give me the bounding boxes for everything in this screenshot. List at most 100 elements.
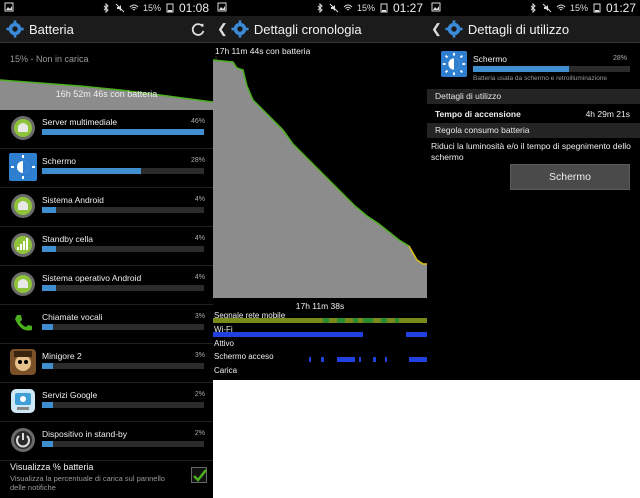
screen-settings-button[interactable]: Schermo [510, 164, 630, 190]
app-usage-bar-fill [42, 246, 57, 252]
show-percent-checkbox[interactable] [191, 467, 207, 483]
refresh-icon[interactable] [189, 20, 207, 38]
usage-app-name: Schermo [473, 54, 508, 64]
cell-standby-icon [11, 233, 35, 257]
regulate-hint: Riduci la luminosità e/o il tempo di spe… [431, 141, 631, 162]
image-notification-icon [431, 2, 441, 12]
app-usage-name: Minigore 2 [42, 351, 82, 361]
wifi-strip [213, 332, 427, 337]
app-usage-name: Server multimediale [42, 117, 118, 127]
section-regulate-consumption: Regola consumo batteria [427, 123, 640, 138]
settings-gear-icon [6, 20, 24, 38]
mute-icon [329, 3, 339, 13]
usage-app-percent: 28% [612, 55, 627, 62]
image-notification-icon [4, 2, 14, 12]
app-usage-bar [42, 285, 204, 291]
battery-percent: 15% [356, 3, 375, 13]
app-usage-bar-fill [42, 324, 54, 330]
charging-label: Carica [214, 366, 238, 375]
history-screen: 15% 01:27 ❮ Dettagli cronologia 17h 11m … [213, 0, 427, 380]
battery-percent: 15% [569, 3, 588, 13]
settings-gear-icon [445, 20, 463, 38]
media-server-icon [11, 116, 35, 140]
screen-brightness-icon [441, 51, 467, 77]
app-usage-bar-fill [42, 363, 54, 369]
app-usage-percent: 2% [194, 430, 205, 437]
android-system-icon [11, 194, 35, 218]
settings-gear-icon [231, 20, 249, 38]
app-usage-name: Dispositivo in stand-by [42, 429, 128, 439]
battery-mini-graph[interactable] [0, 66, 213, 110]
screen-on-strip [309, 357, 427, 362]
battery-percent: 15% [142, 3, 161, 13]
history-duration: 17h 11m 44s con batteria [215, 46, 311, 56]
app-usage-row[interactable]: Minigore 2 3% [0, 344, 213, 383]
back-chevron-icon[interactable]: ❮ [431, 21, 442, 37]
page-title: Dettagli di utilizzo [467, 21, 570, 37]
show-percent-subtitle: Visualizza la percentuale di carica sul … [10, 474, 165, 492]
app-usage-bar-fill [42, 441, 54, 447]
page-title: Dettagli cronologia [253, 21, 362, 37]
wifi-icon [556, 4, 566, 11]
app-usage-name: Chiamate vocali [42, 312, 103, 322]
battery-icon [166, 3, 174, 13]
app-usage-percent: 46% [190, 118, 205, 125]
action-bar: Batteria [0, 16, 213, 43]
app-usage-bar [42, 246, 204, 252]
screen-brightness-icon [9, 153, 37, 181]
app-usage-bar [42, 207, 204, 213]
app-usage-percent: 28% [190, 157, 205, 164]
app-usage-row[interactable]: Server multimediale 46% [0, 110, 213, 149]
app-usage-row[interactable]: Chiamate vocali 3% [0, 305, 213, 344]
phone-call-icon [15, 315, 32, 331]
usage-app-description: Batteria usata da schermo e retroillumin… [473, 75, 608, 82]
device-standby-icon [11, 428, 35, 452]
app-usage-bar [42, 324, 204, 330]
app-usage-name: Standby cella [42, 234, 94, 244]
app-usage-name: Sistema Android [42, 195, 104, 205]
on-time-value: 4h 29m 21s [585, 109, 630, 119]
app-usage-name: Sistema operativo Android [42, 273, 142, 283]
app-usage-bar-fill [42, 402, 54, 408]
status-bar: 15% 01:27 [427, 0, 640, 16]
app-usage-name: Schermo [42, 156, 77, 166]
usage-details-screen: 15% 01:27 ❮ Dettagli di utilizzo Schermo… [427, 0, 640, 380]
app-usage-bar-fill [42, 285, 57, 291]
mute-icon [115, 3, 125, 13]
clock: 01:27 [392, 1, 423, 15]
app-usage-percent: 4% [194, 235, 205, 242]
app-usage-bar [42, 168, 204, 174]
action-bar[interactable]: ❮ Dettagli di utilizzo [427, 16, 640, 43]
action-bar[interactable]: ❮ Dettagli cronologia [213, 16, 427, 43]
app-usage-percent: 2% [194, 391, 205, 398]
app-usage-percent: 4% [194, 274, 205, 281]
app-usage-bar [42, 363, 204, 369]
awake-label: Attivo [214, 339, 235, 348]
history-time-label: 17h 11m 38s [295, 301, 345, 311]
charge-status: 15% - Non in carica [10, 54, 89, 64]
checkmark-icon [193, 469, 207, 482]
app-usage-row[interactable]: Sistema operativo Android 4% [0, 266, 213, 305]
app-usage-bar [42, 129, 204, 135]
battery-icon [380, 3, 388, 13]
app-usage-row[interactable]: Servizi Google 2% [0, 383, 213, 422]
on-time-label: Tempo di accensione [435, 109, 521, 119]
show-percent-setting[interactable]: Visualizza % batteria Visualizza la perc… [0, 457, 213, 498]
wifi-icon [343, 4, 353, 11]
app-usage-bar [42, 402, 204, 408]
app-usage-row[interactable]: Sistema Android 4% [0, 188, 213, 227]
app-usage-percent: 3% [194, 352, 205, 359]
android-os-icon [11, 272, 35, 296]
app-usage-row[interactable]: Dispositivo in stand-by 2% [0, 422, 213, 461]
clock: 01:27 [605, 1, 636, 15]
app-usage-row[interactable]: Standby cella 4% [0, 227, 213, 266]
app-usage-row[interactable]: Schermo 28% [0, 149, 213, 188]
mute-icon [542, 3, 552, 13]
app-usage-bar [42, 441, 204, 447]
app-usage-name: Servizi Google [42, 390, 98, 400]
battery-duration-label: 16h 52m 46s con batteria [55, 89, 158, 99]
battery-history-graph [213, 56, 427, 298]
mobile-signal-strip [213, 318, 427, 323]
app-usage-percent: 4% [194, 196, 205, 203]
back-chevron-icon[interactable]: ❮ [217, 21, 228, 37]
